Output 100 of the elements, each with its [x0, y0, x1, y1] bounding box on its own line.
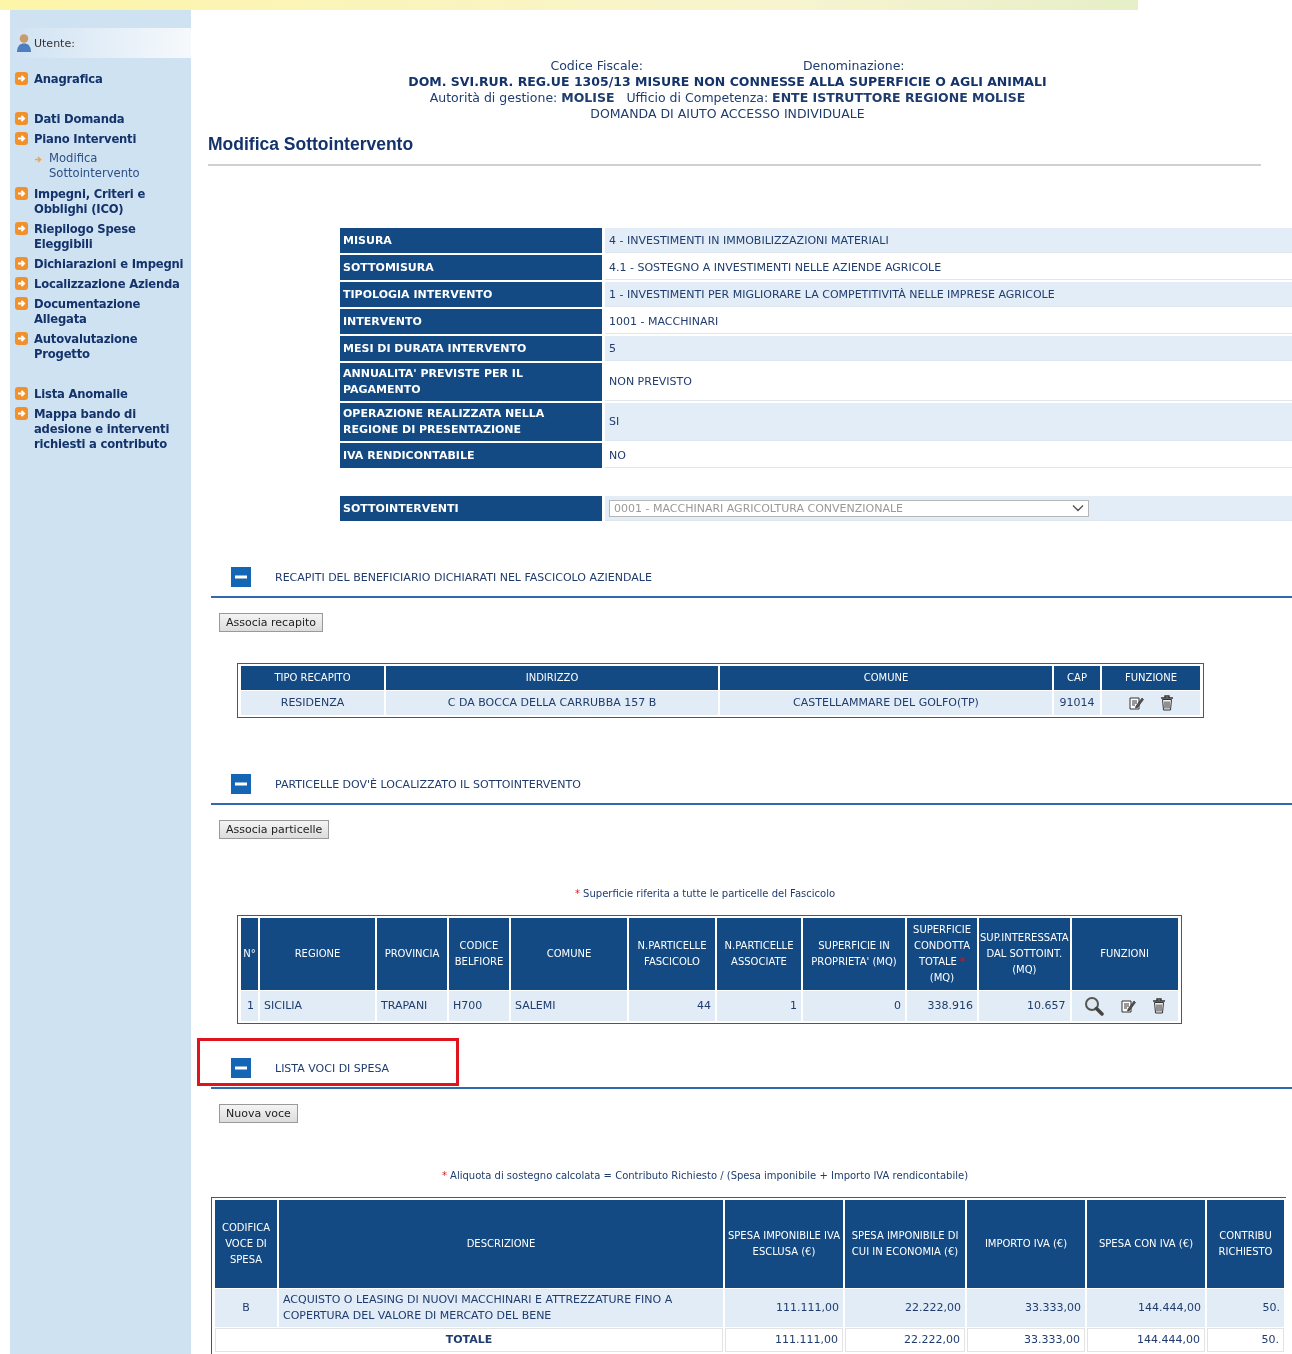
sidebar-link[interactable]: Impegni, Criteri e Obblighi (ICO) — [34, 187, 191, 217]
table-cell: 111.111,00 — [725, 1328, 843, 1352]
search-icon[interactable] — [1083, 996, 1104, 1016]
action-button[interactable]: Nuova voce — [219, 1104, 298, 1123]
table-cell: 1 — [717, 991, 801, 1021]
arrow-icon — [15, 297, 28, 310]
column-header: PROVINCIA — [377, 918, 447, 990]
column-header: N.PARTICELLE ASSOCIATE — [717, 918, 801, 990]
collapse-icon[interactable] — [231, 1058, 251, 1078]
column-header: SPESA CON IVA (€) — [1087, 1200, 1205, 1288]
column-header: COMUNE — [511, 918, 627, 990]
section-title: PARTICELLE DOV'È LOCALIZZATO IL SOTTOINTERVENTO — [275, 777, 581, 791]
field-label: INTERVENTO — [340, 309, 605, 334]
field-label: SOTTOMISURA — [340, 255, 605, 280]
arrow-icon — [15, 257, 28, 270]
table-cell: 91014 — [1054, 691, 1100, 715]
sidebar-link[interactable]: Piano Interventi — [34, 132, 137, 147]
edit-icon[interactable] — [1128, 695, 1144, 711]
page-title: Modifica Sottointervento — [208, 134, 415, 155]
sidebar-link[interactable]: Riepilogo Spese Eleggibili — [34, 222, 191, 252]
name-label: Denominazione: — [802, 58, 905, 74]
column-header: N° — [241, 918, 258, 990]
sidebar-link[interactable]: Autovalutazione Progetto — [34, 332, 191, 362]
arrow-icon — [15, 112, 28, 125]
trash-icon[interactable] — [1160, 695, 1174, 711]
table-cell: 144.444,00 — [1087, 1289, 1205, 1327]
footnote: * Superficie riferita a tutte le particelle del Fascicolo — [573, 888, 837, 899]
table-cell: 33.333,00 — [967, 1328, 1085, 1352]
sidebar-link[interactable]: Anagrafica — [34, 72, 103, 87]
sidebar-link[interactable]: Documentazione Allegata — [34, 297, 191, 327]
field-label: MISURA — [340, 228, 605, 253]
arrow-icon — [15, 222, 28, 235]
arrow-icon — [15, 277, 28, 290]
application-type: DOMANDA DI AIUTO ACCESSO INDIVIDUALE — [589, 106, 866, 122]
footnote: * Aliquota di sostegno calcolata = Contributo Richiesto / (Spesa imponibile + Importo IVA rendicontabile) — [440, 1170, 970, 1181]
tax-code-label: Codice Fiscale: — [550, 58, 643, 74]
table-cell: 22.222,00 — [845, 1328, 965, 1352]
table-cell: CASTELLAMMARE DEL GOLFO(TP) — [720, 691, 1052, 715]
table-cell: SICILIA — [260, 991, 375, 1021]
column-header: SUP.INTERESSATA DAL SOTTOINT. (MQ) — [979, 918, 1070, 990]
field-value: 1 - INVESTIMENTI PER MIGLIORARE LA COMPETITIVITÀ NELLE IMPRESE AGRICOLE — [605, 282, 1292, 307]
field-value: NON PREVISTO — [605, 363, 1292, 401]
column-header: FUNZIONI — [1071, 918, 1178, 990]
column-header: IMPORTO IVA (€) — [967, 1200, 1085, 1288]
action-button[interactable]: Associa particelle — [219, 820, 330, 839]
table-cell: H700 — [449, 991, 509, 1021]
table-cell: 44 — [629, 991, 715, 1021]
column-header: REGIONE — [260, 918, 375, 990]
field-label: MESI DI DURATA INTERVENTO — [340, 336, 605, 361]
action-button[interactable]: Associa recapito — [219, 613, 323, 632]
field-label: SOTTOINTERVENTI — [340, 496, 605, 521]
field-label: OPERAZIONE REALIZZATA NELLA REGIONE DI PRESENTAZIONE — [340, 403, 605, 441]
column-header: CODIFICA VOCE DI SPESA — [215, 1200, 277, 1288]
column-header: CODICE BELFIORE — [449, 918, 509, 990]
table-cell: 1 — [241, 991, 258, 1021]
arrow-icon — [34, 155, 43, 164]
chevron-down-icon — [1072, 504, 1084, 512]
arrow-icon — [15, 187, 28, 200]
collapse-icon[interactable] — [231, 567, 251, 587]
table-cell: B — [215, 1289, 277, 1327]
sidebar-link[interactable]: Mappa bando di adesione e interventi richiesti a contributo — [34, 407, 191, 452]
field-label: ANNUALITA' PREVISTE PER IL PAGAMENTO — [340, 363, 605, 401]
collapse-icon[interactable] — [231, 774, 251, 794]
user-icon — [16, 33, 32, 53]
arrow-icon — [15, 407, 28, 420]
section-title: LISTA VOCI DI SPESA — [275, 1061, 390, 1075]
table-cell: 10.657 — [979, 991, 1070, 1021]
arrow-icon — [15, 72, 28, 85]
table-cell: 33.333,00 — [967, 1289, 1085, 1327]
table-cell: RESIDENZA — [241, 691, 384, 715]
sidebar-link[interactable]: Dati Domanda — [34, 112, 125, 127]
column-header: N.PARTICELLE FASCICOLO — [629, 918, 715, 990]
trash-icon[interactable] — [1151, 998, 1166, 1014]
field-label: IVA RENDICONTABILE — [340, 443, 605, 468]
section-title: RECAPITI DEL BENEFICIARIO DICHIARATI NEL FASCICOLO AZIENDALE — [275, 570, 652, 584]
column-header: CAP — [1054, 666, 1100, 690]
column-header: TIPO RECAPITO — [241, 666, 384, 690]
table-cell: 22.222,00 — [845, 1289, 965, 1327]
column-header: DESCRIZIONE — [279, 1200, 723, 1288]
field-value: 5 — [605, 336, 1292, 361]
field-label: TIPOLOGIA INTERVENTO — [340, 282, 605, 307]
sidebar-sublink[interactable]: Modifica Sottointervento — [49, 151, 191, 181]
arrow-icon — [15, 332, 28, 345]
column-header: INDIRIZZO — [386, 666, 718, 690]
field-value: 4 - INVESTIMENTI IN IMMOBILIZZAZIONI MATERIALI — [605, 228, 1292, 253]
column-header: CONTRIBU RICHIESTO — [1207, 1200, 1284, 1288]
authority-text: Autorità di gestione: MOLISE Ufficio di Competenza: ENTE ISTRUTTORE REGIONE MOLISE — [428, 90, 1027, 106]
column-header: FUNZIONE — [1102, 666, 1200, 690]
column-header: COMUNE — [720, 666, 1052, 690]
table-cell: SALEMI — [511, 991, 627, 1021]
field-value: SI — [605, 403, 1292, 441]
sidebar-link[interactable]: Localizzazione Azienda — [34, 277, 180, 292]
sidebar-link[interactable]: Dichiarazioni e Impegni — [34, 257, 184, 272]
edit-icon[interactable] — [1119, 998, 1136, 1014]
column-header: SPESA IMPONIBILE IVA ESCLUSA (€) — [725, 1200, 843, 1288]
sidebar-link[interactable]: Lista Anomalie — [34, 387, 128, 402]
column-header: SUPERFICIE IN PROPRIETA' (MQ) — [803, 918, 905, 990]
table-cell: 144.444,00 — [1087, 1328, 1205, 1352]
table-cell: TRAPANI — [377, 991, 447, 1021]
table-cell: 111.111,00 — [725, 1289, 843, 1327]
